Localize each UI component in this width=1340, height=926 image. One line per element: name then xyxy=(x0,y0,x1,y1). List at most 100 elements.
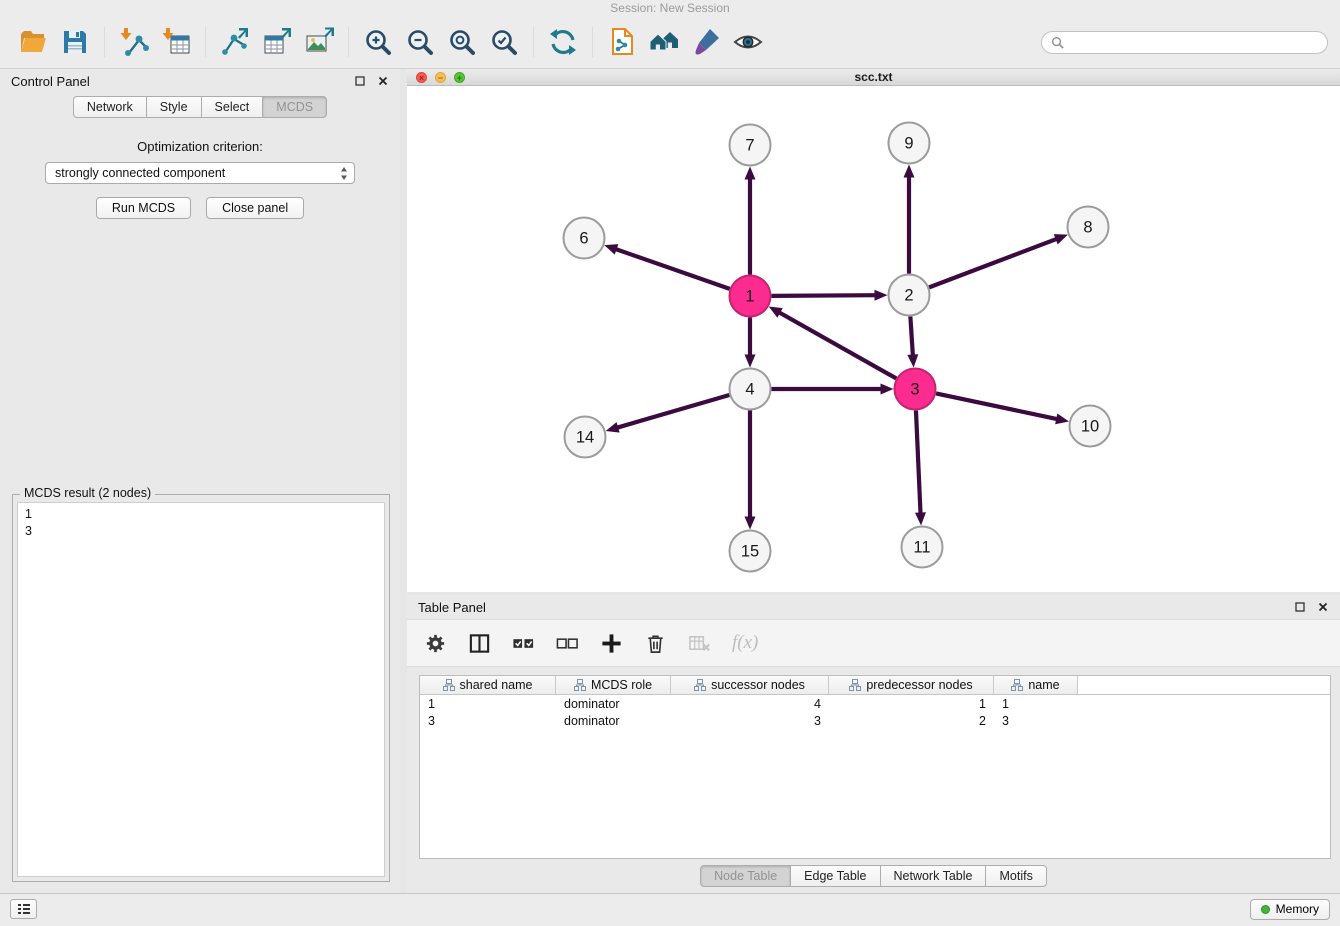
search-box[interactable] xyxy=(1041,31,1328,54)
edge-3-1[interactable] xyxy=(769,307,897,379)
table-settings-button[interactable] xyxy=(424,632,447,655)
float-panel-icon[interactable] xyxy=(354,75,366,87)
node-14[interactable]: 14 xyxy=(565,417,606,458)
tab-select[interactable]: Select xyxy=(201,96,264,118)
export-network-icon xyxy=(220,27,250,57)
export-table-button[interactable] xyxy=(256,20,298,64)
window-title: Session: New Session xyxy=(610,1,729,15)
delete-columns-button[interactable] xyxy=(688,632,711,655)
memory-button[interactable]: Memory xyxy=(1250,899,1330,920)
search-icon xyxy=(1051,36,1064,49)
edge-2-3[interactable] xyxy=(907,316,918,367)
edge-1-4[interactable] xyxy=(745,318,756,368)
node-10[interactable]: 10 xyxy=(1070,406,1111,447)
arrowhead xyxy=(604,244,618,254)
node-3[interactable]: 3 xyxy=(895,369,936,410)
column-header-predecessor-nodes[interactable]: predecessor nodes xyxy=(829,676,994,694)
node-7[interactable]: 7 xyxy=(730,125,771,166)
import-network-button[interactable] xyxy=(113,20,155,64)
node-11[interactable]: 11 xyxy=(902,527,943,568)
tab-motifs[interactable]: Motifs xyxy=(985,865,1046,887)
network-canvas[interactable]: 7 9 6 8 1 2 4 3 14 10 15 11 xyxy=(407,86,1340,592)
plus-icon xyxy=(600,632,623,655)
edge-4-3[interactable] xyxy=(772,384,894,395)
export-network-button[interactable] xyxy=(214,20,256,64)
cell-successor-nodes: 3 xyxy=(671,712,829,729)
zoom-fit-button[interactable] xyxy=(441,20,483,64)
show-style-button[interactable] xyxy=(685,20,727,64)
vertical-splitter[interactable] xyxy=(400,69,407,893)
apply-layout-button[interactable] xyxy=(542,20,584,64)
edge-1-6[interactable] xyxy=(604,244,729,289)
float-panel-icon[interactable] xyxy=(1294,601,1306,613)
save-session-button[interactable] xyxy=(54,20,96,64)
network-window-title: scc.txt xyxy=(854,70,892,84)
edge-3-10[interactable] xyxy=(936,393,1069,424)
tab-network[interactable]: Network xyxy=(73,96,147,118)
edge-2-9[interactable] xyxy=(904,165,915,274)
node-1[interactable]: 1 xyxy=(730,276,771,317)
zoom-selected-button[interactable] xyxy=(483,20,525,64)
edge-4-14[interactable] xyxy=(606,395,730,433)
show-hide-details-button[interactable] xyxy=(727,20,769,64)
table-header-row: shared name MCDS role xyxy=(420,676,1330,695)
close-panel-button[interactable]: Close panel xyxy=(206,197,304,219)
maximize-network-button[interactable]: + xyxy=(454,72,465,83)
column-header-name[interactable]: name xyxy=(994,676,1078,694)
add-column-button[interactable] xyxy=(600,632,623,655)
select-columns-button[interactable] xyxy=(468,632,491,655)
session-group xyxy=(12,20,96,64)
table-row[interactable]: 3 dominator 3 2 3 xyxy=(420,712,1330,729)
node-6[interactable]: 6 xyxy=(564,218,605,259)
tab-edge-table[interactable]: Edge Table xyxy=(790,865,880,887)
mcds-result-list[interactable]: 1 3 xyxy=(17,502,385,877)
close-panel-icon[interactable] xyxy=(377,75,389,87)
export-image-button[interactable] xyxy=(298,20,340,64)
search-input[interactable] xyxy=(1070,35,1318,49)
arrowhead xyxy=(1054,234,1068,244)
zoom-fit-icon xyxy=(447,27,477,57)
select-all-rows-button[interactable] xyxy=(512,632,535,655)
edge-2-8[interactable] xyxy=(929,234,1068,287)
node-label: 2 xyxy=(904,287,913,305)
open-session-button[interactable] xyxy=(12,20,54,64)
import-table-icon xyxy=(161,27,191,57)
tab-style[interactable]: Style xyxy=(146,96,202,118)
run-mcds-button[interactable]: Run MCDS xyxy=(96,197,191,219)
node-15[interactable]: 15 xyxy=(730,531,771,572)
tab-network-table[interactable]: Network Table xyxy=(880,865,987,887)
node-label: 14 xyxy=(576,429,594,447)
edge-1-2[interactable] xyxy=(771,290,887,301)
edge-1-7[interactable] xyxy=(745,167,756,275)
first-neighbors-button[interactable] xyxy=(643,20,685,64)
edge-3-11[interactable] xyxy=(915,410,926,525)
table-panel-titlebar: Table Panel xyxy=(407,595,1340,619)
column-header-shared-name[interactable]: shared name xyxy=(420,676,556,694)
node-4[interactable]: 4 xyxy=(730,369,771,410)
column-header-mcds-role[interactable]: MCDS role xyxy=(556,676,671,694)
zoom-out-button[interactable] xyxy=(399,20,441,64)
close-network-button[interactable]: × xyxy=(416,72,427,83)
criterion-dropdown[interactable]: strongly connected component xyxy=(45,162,355,184)
mcds-result-group: MCDS result (2 nodes) 1 3 xyxy=(12,494,390,882)
node-2[interactable]: 2 xyxy=(889,275,930,316)
delete-rows-button[interactable] xyxy=(644,632,667,655)
task-history-button[interactable] xyxy=(10,899,37,919)
import-table-button[interactable] xyxy=(155,20,197,64)
column-header-successor-nodes[interactable]: successor nodes xyxy=(671,676,829,694)
main-area: Control Panel Network Style Select MCDS … xyxy=(0,69,1340,893)
deselect-all-rows-button[interactable] xyxy=(556,632,579,655)
network-window-titlebar[interactable]: × − + scc.txt xyxy=(407,69,1340,86)
edge-4-15[interactable] xyxy=(745,411,756,530)
minimize-network-button[interactable]: − xyxy=(435,72,446,83)
function-builder-button[interactable]: f(x) xyxy=(732,632,758,654)
tab-node-table[interactable]: Node Table xyxy=(700,865,791,887)
node-9[interactable]: 9 xyxy=(889,123,930,164)
close-panel-icon[interactable] xyxy=(1317,601,1329,613)
node-8[interactable]: 8 xyxy=(1068,207,1109,248)
tab-mcds[interactable]: MCDS xyxy=(262,96,327,118)
new-network-from-selection-button[interactable] xyxy=(601,20,643,64)
table-row[interactable]: 1 dominator 4 1 1 xyxy=(420,695,1330,712)
zoom-in-button[interactable] xyxy=(357,20,399,64)
columns-icon xyxy=(468,632,491,655)
